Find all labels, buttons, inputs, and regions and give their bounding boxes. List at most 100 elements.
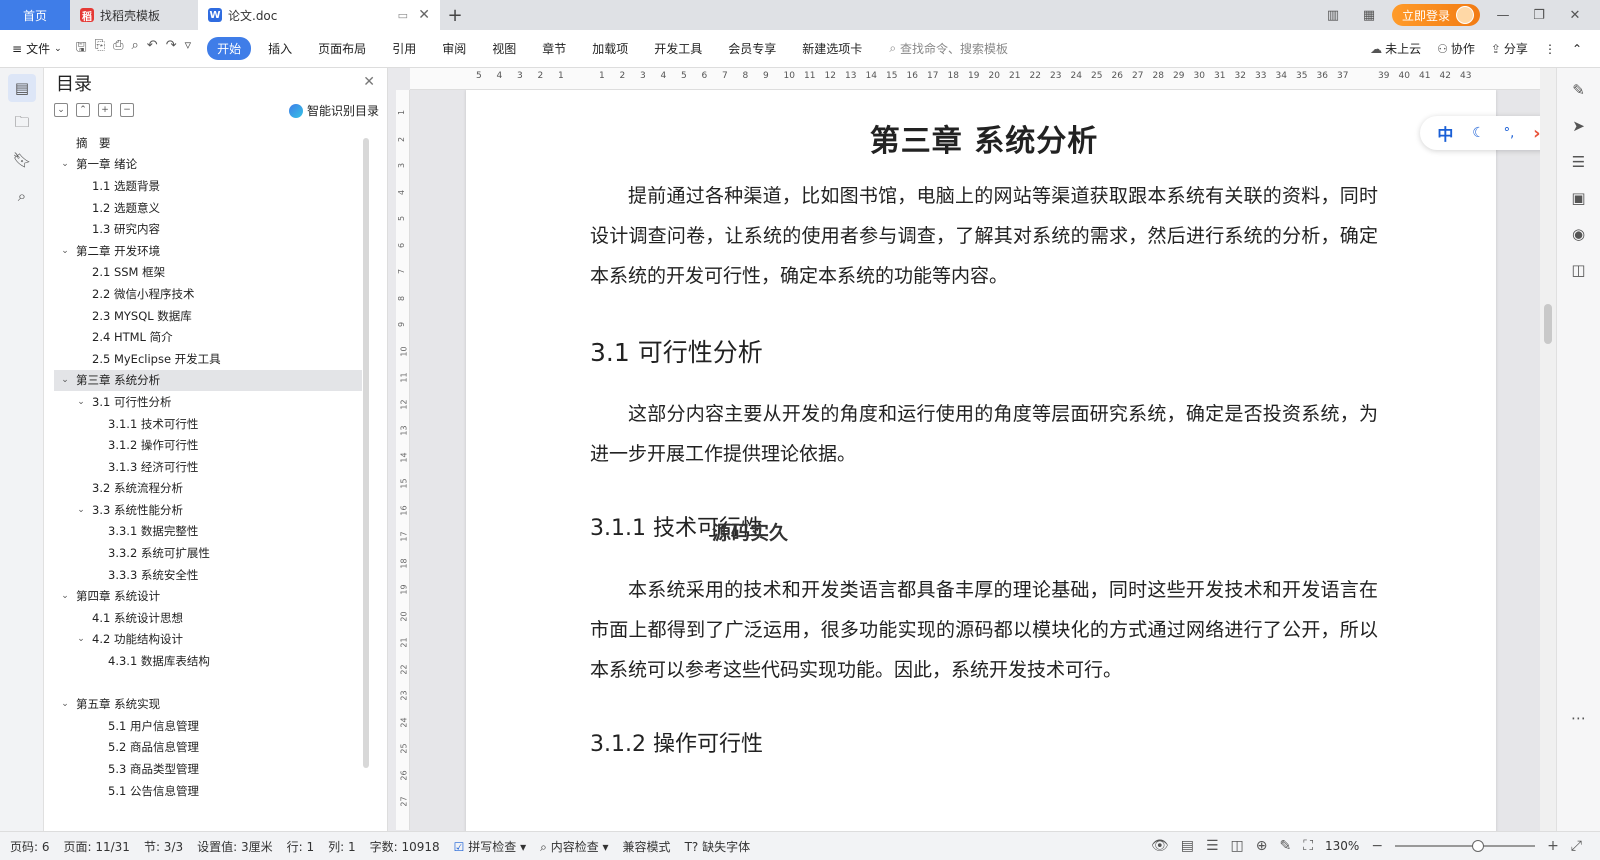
- toc-chevron-icon[interactable]: ⌄: [74, 505, 88, 515]
- toc-item[interactable]: ⌄ 第一章 绪论: [54, 154, 362, 176]
- toc-item[interactable]: 2.2 微信小程序技术: [54, 283, 362, 305]
- image-tool-icon[interactable]: ▣: [1565, 184, 1593, 212]
- menu-references[interactable]: 引用: [379, 37, 429, 60]
- zoom-level[interactable]: 130%: [1325, 839, 1359, 853]
- toc-chevron-icon[interactable]: ⌄: [58, 375, 72, 385]
- command-search[interactable]: ⌕ 查找命令、搜索模板: [889, 40, 1008, 57]
- status-col[interactable]: 列: 1: [328, 838, 356, 855]
- toc-item[interactable]: 3.3.3 系统安全性: [54, 564, 362, 586]
- tab-document[interactable]: W 论文.doc ▭ ✕: [198, 0, 440, 30]
- ime-lang[interactable]: 中: [1437, 121, 1453, 145]
- pen-icon[interactable]: ✎: [1565, 76, 1593, 104]
- restore-icon[interactable]: ❐: [1526, 8, 1552, 23]
- zoom-slider-knob[interactable]: [1471, 840, 1484, 852]
- minimize-icon[interactable]: —: [1490, 8, 1516, 23]
- cloud-button[interactable]: ☁ 未上云: [1370, 40, 1421, 57]
- toc-item[interactable]: 5.2 商品信息管理: [54, 737, 362, 759]
- new-tab-button[interactable]: +: [440, 0, 470, 30]
- status-row[interactable]: 行: 1: [287, 838, 315, 855]
- zoom-in-icon[interactable]: +: [1547, 838, 1559, 854]
- menu-review[interactable]: 审阅: [429, 37, 479, 60]
- toc-chevron-icon[interactable]: ⌄: [74, 634, 88, 644]
- location-icon[interactable]: ◉: [1565, 220, 1593, 248]
- toc-item[interactable]: 4.3.1 数据库表结构: [54, 650, 362, 672]
- export-icon[interactable]: ⎘: [95, 38, 105, 60]
- fit-page-icon[interactable]: ⛶: [1303, 838, 1313, 854]
- fullscreen-icon[interactable]: ⤢: [1571, 838, 1582, 854]
- status-words[interactable]: 字数: 10918: [370, 838, 440, 855]
- menu-insert[interactable]: 插入: [255, 37, 305, 60]
- tab-template[interactable]: 稻 找稻壳模板: [70, 0, 198, 30]
- toc-item[interactable]: 2.3 MYSQL 数据库: [54, 305, 362, 327]
- tab-home[interactable]: 首页: [0, 0, 70, 30]
- toc-chevron-icon[interactable]: ⌄: [58, 159, 72, 169]
- cursor-icon[interactable]: ➤: [1565, 112, 1593, 140]
- toc-item[interactable]: ⌄ 第二章 开发环境: [54, 240, 362, 262]
- toc-item[interactable]: 4.1 系统设计思想: [54, 607, 362, 629]
- layout-icon[interactable]: ▥: [1320, 8, 1346, 23]
- zoom-slider[interactable]: [1395, 840, 1536, 852]
- toc-item[interactable]: 3.1.3 经济可行性: [54, 456, 362, 478]
- save-icon[interactable]: 🖫: [76, 38, 87, 60]
- toc-item[interactable]: 3.3.1 数据完整性: [54, 521, 362, 543]
- apps-grid-icon[interactable]: ▦: [1356, 8, 1382, 23]
- status-page-code[interactable]: 页码: 6: [10, 838, 50, 855]
- status-setting[interactable]: 设置值: 3厘米: [197, 838, 273, 855]
- web-view-icon[interactable]: ⊕: [1256, 838, 1268, 854]
- collapse-all-icon[interactable]: ⌃: [76, 103, 90, 117]
- missing-font-button[interactable]: T? 缺失字体: [685, 838, 751, 855]
- share-button[interactable]: ⇪ 分享: [1491, 40, 1528, 57]
- status-section[interactable]: 节: 3/3: [144, 838, 183, 855]
- reading-view-icon[interactable]: ◫: [1231, 838, 1244, 854]
- close-tab-icon[interactable]: ✕: [418, 7, 430, 23]
- nav-pane-icon[interactable]: 🗀: [8, 110, 36, 138]
- toc-item[interactable]: ⌄ 3.1 可行性分析: [54, 391, 362, 413]
- document-page[interactable]: 第三章 系统分析 提前通过各种渠道，比如图书馆，电脑上的网站等渠道获取跟本系统有…: [466, 90, 1496, 831]
- toc-item[interactable]: 3.1.1 技术可行性: [54, 413, 362, 435]
- content-check-button[interactable]: ⌕ 内容检查 ▾: [540, 838, 608, 855]
- sliders-icon[interactable]: ☰: [1565, 148, 1593, 176]
- ime-toolbar[interactable]: 中 ☾ °, ›: [1420, 116, 1558, 150]
- toc-item[interactable]: ⌄ 第五章 系统实现: [54, 693, 362, 715]
- menu-section[interactable]: 章节: [529, 37, 579, 60]
- toc-item[interactable]: 1.3 研究内容: [54, 218, 362, 240]
- toc-item[interactable]: 2.5 MyEclipse 开发工具: [54, 348, 362, 370]
- menu-new-tab[interactable]: 新建选项卡: [789, 37, 875, 60]
- menu-addins[interactable]: 加载项: [579, 37, 641, 60]
- toc-chevron-icon[interactable]: ⌄: [58, 591, 72, 601]
- undo-icon[interactable]: ↶: [147, 38, 158, 60]
- toc-item[interactable]: 摘 要: [54, 132, 362, 154]
- expand-all-icon[interactable]: ⌄: [54, 103, 68, 117]
- page-view-icon[interactable]: ▤: [1181, 838, 1194, 854]
- moon-icon[interactable]: ☾: [1472, 125, 1485, 141]
- toc-item[interactable]: 5.3 商品类型管理: [54, 758, 362, 780]
- toc-item[interactable]: ⌄ 第四章 系统设计: [54, 585, 362, 607]
- document-canvas[interactable]: 第三章 系统分析 提前通过各种渠道，比如图书馆，电脑上的网站等渠道获取跟本系统有…: [410, 90, 1540, 831]
- login-button[interactable]: 立即登录: [1391, 4, 1480, 26]
- spell-check-button[interactable]: ☑ 拼写检查 ▾: [454, 838, 526, 855]
- smart-toc-button[interactable]: 智能识别目录: [288, 102, 379, 119]
- vertical-ruler[interactable]: 1 2 3 4 5 6 7 8 9 10 11 12 13 14 15 16 17 18 19 20 21 22 23 24 2…: [396, 90, 410, 830]
- toc-item[interactable]: ⌄ 第三章 系统分析: [54, 369, 362, 392]
- collab-button[interactable]: ⚇ 协作: [1437, 40, 1475, 57]
- pin-icon[interactable]: ▭: [398, 9, 408, 22]
- remove-heading-icon[interactable]: −: [120, 103, 134, 117]
- punctuation-icon[interactable]: °,: [1504, 126, 1515, 141]
- toc-item[interactable]: 3.1.2 操作可行性: [54, 434, 362, 456]
- bookmark-icon[interactable]: 🔖︎: [8, 146, 36, 174]
- toc-item[interactable]: 3.2 系统流程分析: [54, 478, 362, 500]
- toc-item[interactable]: 5.1 用户信息管理: [54, 715, 362, 737]
- scroll-thumb[interactable]: [1544, 304, 1552, 344]
- menu-home[interactable]: 开始: [207, 37, 252, 60]
- print-preview-icon[interactable]: ⌕: [132, 38, 139, 60]
- toc-item[interactable]: ⌄ 3.3 系统性能分析: [54, 499, 362, 521]
- eye-protect-icon[interactable]: 👁︎: [1151, 838, 1169, 854]
- menu-member[interactable]: 会员专享: [715, 37, 789, 60]
- write-view-icon[interactable]: ✎: [1279, 838, 1291, 854]
- toc-chevron-icon[interactable]: ⌄: [58, 246, 72, 256]
- toc-item[interactable]: 5.1 公告信息管理: [54, 780, 362, 802]
- toc-item[interactable]: 2.1 SSM 框架: [54, 262, 362, 284]
- more-tools-icon[interactable]: ⋯: [1565, 704, 1593, 732]
- toc-chevron-icon[interactable]: ⌄: [74, 397, 88, 407]
- outline-view-icon[interactable]: ☰: [1206, 838, 1219, 854]
